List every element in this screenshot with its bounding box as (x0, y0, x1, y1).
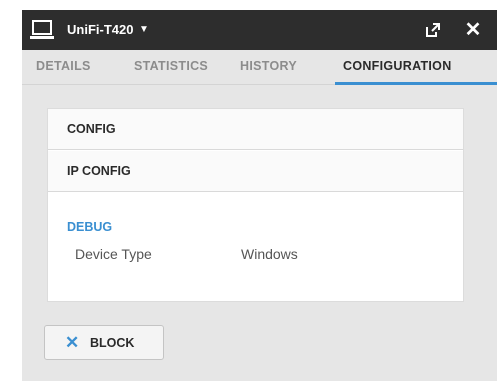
device-window: UniFi-T420 ▼ ✕ DETAILS STATISTICS HISTOR… (22, 10, 497, 381)
device-type-value: Windows (241, 246, 298, 262)
section-debug-label[interactable]: DEBUG (67, 220, 112, 234)
close-icon[interactable]: ✕ (462, 19, 484, 41)
section-ip-config-label: IP CONFIG (67, 164, 131, 178)
tab-configuration[interactable]: CONFIGURATION (343, 50, 452, 85)
block-button-label: BLOCK (90, 336, 135, 350)
tab-details[interactable]: DETAILS (36, 50, 91, 85)
titlebar: UniFi-T420 ▼ ✕ (22, 10, 497, 50)
chevron-down-icon[interactable]: ▼ (139, 24, 149, 35)
laptop-icon (30, 20, 54, 39)
device-title[interactable]: UniFi-T420 (67, 22, 133, 37)
popout-icon[interactable] (425, 22, 441, 38)
tab-statistics[interactable]: STATISTICS (134, 50, 208, 85)
tab-bar: DETAILS STATISTICS HISTORY CONFIGURATION (22, 50, 497, 85)
section-config-label: CONFIG (67, 122, 116, 136)
active-tab-indicator (335, 82, 497, 85)
x-icon: ✕ (65, 333, 80, 352)
configuration-panel: CONFIG IP CONFIG DEBUG Device Type Windo… (47, 108, 464, 302)
device-type-label: Device Type (75, 246, 152, 262)
section-config[interactable]: CONFIG (48, 109, 463, 150)
block-button[interactable]: ✕ BLOCK (44, 325, 164, 360)
tab-history[interactable]: HISTORY (240, 50, 297, 85)
section-ip-config[interactable]: IP CONFIG (48, 151, 463, 192)
